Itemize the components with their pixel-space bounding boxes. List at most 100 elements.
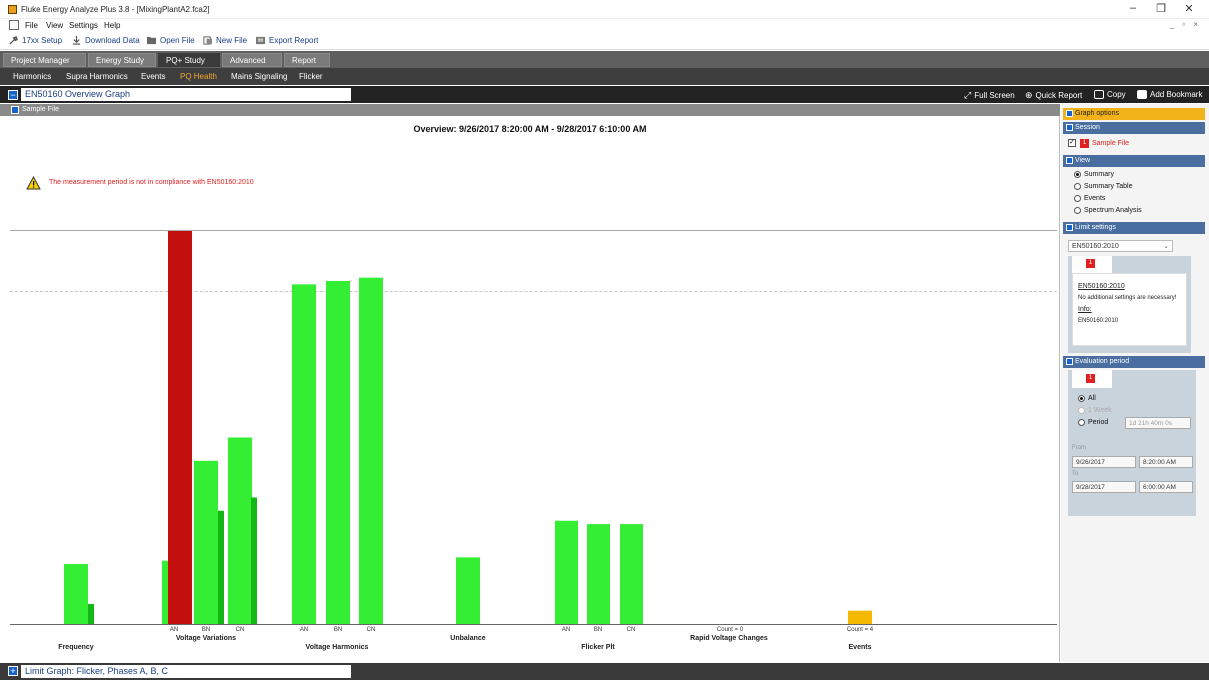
export-report-label: Export Report xyxy=(269,36,319,45)
new-file-button[interactable]: New File xyxy=(203,36,247,45)
title-bar: Fluke Energy Analyze Plus 3.8 - [MixingP… xyxy=(0,0,1209,19)
to-time-value: 6:00:00 AM xyxy=(1143,484,1176,491)
view-header[interactable]: View xyxy=(1063,155,1205,167)
wrench-icon xyxy=(9,36,18,45)
subtab-events[interactable]: Events xyxy=(141,72,165,81)
full-screen-button[interactable]: ⤢ Full Screen xyxy=(964,90,1015,101)
close-button[interactable]: ✕ xyxy=(1180,2,1198,15)
limit-graph-bar: + Limit Graph: Flicker, Phases A, B, C xyxy=(0,663,1209,680)
compliance-warning: The measurement period is not in complia… xyxy=(49,179,254,186)
sample-file-label: Sample File xyxy=(22,106,59,113)
menu-settings[interactable]: Settings xyxy=(69,21,98,30)
menu-file[interactable]: File xyxy=(25,21,38,30)
evaluation-badge: 1 xyxy=(1086,374,1095,383)
download-data-button[interactable]: Download Data xyxy=(72,36,140,45)
new-file-icon xyxy=(203,36,212,45)
overview-plot-area xyxy=(0,104,1060,662)
download-icon xyxy=(72,36,81,45)
minimize-button[interactable]: – xyxy=(1124,2,1142,14)
eval-week-radio[interactable]: 1 Week xyxy=(1078,407,1112,414)
session-header[interactable]: Session xyxy=(1063,122,1205,134)
copy-button[interactable]: Copy xyxy=(1094,90,1126,99)
limit-select-value: EN50160:2010 xyxy=(1072,243,1119,250)
info-value: EN50160:2010 xyxy=(1078,318,1119,324)
eval-period-radio[interactable]: Period xyxy=(1078,419,1108,426)
view-toggle xyxy=(1066,157,1073,164)
subtab-mains-signaling[interactable]: Mains Signaling xyxy=(231,72,287,81)
to-date-value: 9/28/2017 xyxy=(1076,484,1105,491)
view-option-label: Spectrum Analysis xyxy=(1084,207,1142,214)
expand-limit-graph-button[interactable]: + xyxy=(8,666,18,676)
tab-pq-study[interactable]: PQ+ Study xyxy=(158,53,220,67)
tab-advanced[interactable]: Advanced xyxy=(222,53,282,67)
from-date-value: 9/26/2017 xyxy=(1076,459,1105,466)
radio-icon xyxy=(1074,207,1081,214)
download-label: Download Data xyxy=(85,36,140,45)
session-label: Session xyxy=(1075,124,1100,131)
eval-option-label: All xyxy=(1088,395,1096,402)
to-time-input[interactable]: 6:00:00 AM xyxy=(1139,481,1193,493)
session-badge: 1 xyxy=(1080,139,1089,148)
mdi-window-controls[interactable]: _ ▫ × xyxy=(1170,20,1201,29)
export-report-button[interactable]: Export Report xyxy=(256,36,318,45)
view-option-label: Summary Table xyxy=(1084,183,1133,190)
view-spectrum-radio[interactable]: Spectrum Analysis xyxy=(1074,207,1142,214)
menu-view[interactable]: View xyxy=(46,21,63,30)
evaluation-period-box xyxy=(1068,370,1196,516)
view-events-radio[interactable]: Events xyxy=(1074,195,1105,202)
subtab-pq-health[interactable]: PQ Health xyxy=(180,72,217,81)
plot-baseline xyxy=(10,624,1057,625)
subtab-supra-harmonics[interactable]: Supra Harmonics xyxy=(66,72,128,81)
full-screen-label: Full Screen xyxy=(974,91,1015,100)
bookmark-icon xyxy=(1137,90,1147,99)
radio-selected-icon xyxy=(1078,395,1085,402)
radio-selected-icon xyxy=(1074,171,1081,178)
open-file-label: Open File xyxy=(160,36,195,45)
evaluation-period-toggle xyxy=(1066,358,1073,365)
quick-report-button[interactable]: ⊕ Quick Report xyxy=(1025,90,1082,101)
eval-option-label: 1 Week xyxy=(1088,407,1112,414)
from-date-picker[interactable]: 9/26/2017 xyxy=(1072,456,1136,468)
evaluation-period-label: Evaluation period xyxy=(1075,358,1130,365)
limit-standard-select[interactable]: EN50160:2010 ⌄ xyxy=(1068,240,1173,252)
from-time-input[interactable]: 8:20:00 AM xyxy=(1139,456,1193,468)
plot-top-line xyxy=(10,230,1057,231)
info-label: Info: xyxy=(1078,306,1092,313)
radio-icon xyxy=(1078,407,1085,414)
overview-title: Overview: 9/26/2017 8:20:00 AM - 9/28/20… xyxy=(413,124,647,134)
limit-settings-header[interactable]: Limit settings xyxy=(1063,222,1205,234)
menu-help[interactable]: Help xyxy=(104,21,120,30)
chevron-down-icon: ⌄ xyxy=(1163,243,1169,250)
to-date-picker[interactable]: 9/28/2017 xyxy=(1072,481,1136,493)
view-summary-radio[interactable]: Summary xyxy=(1074,171,1114,178)
collapse-graph-button[interactable]: − xyxy=(8,90,18,100)
setup-button[interactable]: 17xx Setup xyxy=(9,36,62,45)
new-file-label: New File xyxy=(216,36,248,45)
tab-report[interactable]: Report xyxy=(284,53,330,67)
evaluation-period-header[interactable]: Evaluation period xyxy=(1063,356,1205,368)
add-bookmark-button[interactable]: Add Bookmark xyxy=(1137,90,1202,99)
tab-project-manager[interactable]: Project Manager xyxy=(3,53,86,67)
from-label: From xyxy=(1072,445,1086,451)
subtab-flicker[interactable]: Flicker xyxy=(299,72,323,81)
folder-icon xyxy=(147,36,156,45)
limit-settings-label: Limit settings xyxy=(1075,224,1116,231)
open-file-button[interactable]: Open File xyxy=(147,36,195,45)
graph-title: EN50160 Overview Graph xyxy=(21,88,351,101)
view-summary-table-radio[interactable]: Summary Table xyxy=(1074,183,1133,190)
period-duration-select[interactable]: 1d 21h 40m 0s xyxy=(1125,417,1191,429)
session-checkbox[interactable]: ✓ xyxy=(1068,139,1076,147)
limit-graph-title: Limit Graph: Flicker, Phases A, B, C xyxy=(21,665,351,678)
restore-button[interactable]: ❐ xyxy=(1152,2,1170,15)
session-file-name: Sample File xyxy=(1092,140,1129,147)
subtab-harmonics[interactable]: Harmonics xyxy=(13,72,51,81)
window-title: Fluke Energy Analyze Plus 3.8 - [MixingP… xyxy=(21,5,210,14)
view-label: View xyxy=(1075,157,1091,164)
graph-options-header[interactable]: Graph options xyxy=(1063,108,1205,120)
add-bookmark-label: Add Bookmark xyxy=(1150,90,1203,99)
radio-icon xyxy=(1074,183,1081,190)
eval-all-radio[interactable]: All xyxy=(1078,395,1096,402)
document-icon xyxy=(9,20,19,30)
tab-energy-study[interactable]: Energy Study xyxy=(88,53,156,67)
sample-file-toggle[interactable] xyxy=(11,106,19,114)
